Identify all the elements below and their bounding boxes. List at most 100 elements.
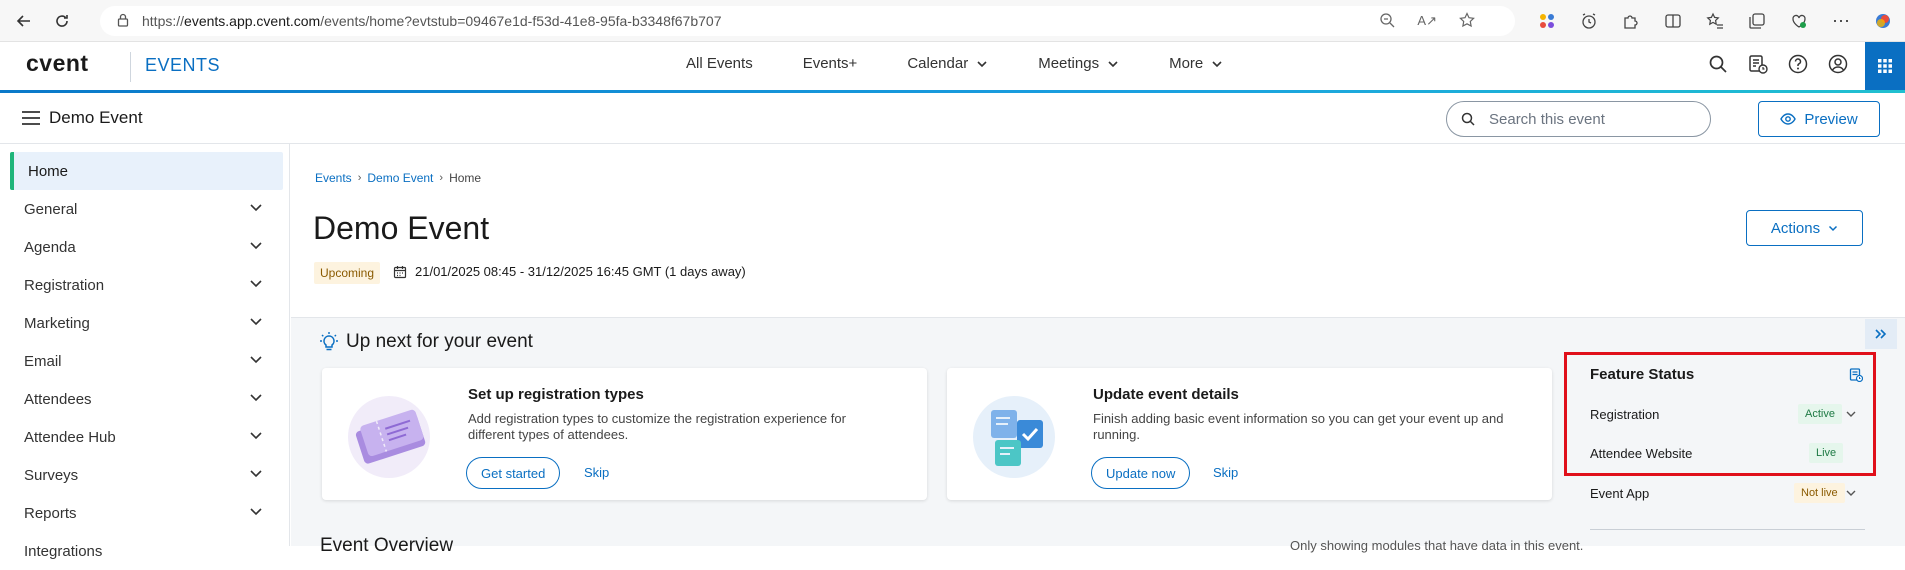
tasks-clock-icon[interactable] — [1746, 52, 1770, 76]
status-badge: Upcoming — [314, 262, 381, 284]
chevron-down-icon — [1212, 60, 1222, 67]
feature-label: Attendee Website — [1590, 445, 1693, 461]
chevron-down-icon — [1846, 490, 1856, 496]
chevron-down-icon — [250, 280, 262, 288]
favorites-icon[interactable] — [1703, 9, 1727, 33]
feature-row-attendee-website[interactable]: Attendee Website Live — [1590, 442, 1865, 464]
account-icon[interactable] — [1826, 52, 1850, 76]
breadcrumb: Events › Demo Event › Home — [315, 171, 481, 185]
back-button[interactable] — [10, 7, 38, 35]
refresh-button[interactable] — [48, 7, 76, 35]
sidebar-item-general[interactable]: General — [0, 190, 289, 228]
sidebar-item-marketing[interactable]: Marketing — [0, 304, 289, 342]
card-title: Set up registration types — [468, 386, 644, 403]
sidebar-item-label: Surveys — [24, 466, 79, 484]
split-screen-icon[interactable] — [1661, 9, 1685, 33]
sidebar-item-label: Registration — [24, 276, 105, 294]
breadcrumb-events[interactable]: Events — [315, 171, 352, 185]
sidebar-item-surveys[interactable]: Surveys — [0, 456, 289, 494]
sidebar-item-home[interactable]: Home — [10, 152, 283, 190]
alarm-icon[interactable] — [1577, 9, 1601, 33]
chevron-down-icon — [250, 242, 262, 250]
nav-more[interactable]: More — [1169, 55, 1223, 72]
get-started-button[interactable]: Get started — [466, 457, 561, 489]
breadcrumb-demo-event[interactable]: Demo Event — [367, 171, 433, 185]
sidebar-item-label: Home — [28, 162, 69, 180]
search-icon[interactable] — [1706, 52, 1730, 76]
nav-events-plus[interactable]: Events+ — [803, 55, 858, 72]
nav-label: Events+ — [802, 55, 858, 72]
event-subheader: Demo Event Search this event Preview — [0, 93, 1905, 144]
chevron-down-icon — [1108, 60, 1118, 67]
cvent-logo[interactable]: cvent — [26, 50, 89, 77]
search-icon — [1461, 112, 1475, 126]
feature-label: Registration — [1590, 406, 1660, 422]
favorite-star-icon[interactable] — [1459, 11, 1475, 31]
browser-essentials-icon[interactable] — [1787, 9, 1811, 33]
breadcrumb-current: Home — [449, 171, 482, 185]
up-next-title: Up next for your event — [346, 331, 533, 352]
nav-meetings[interactable]: Meetings — [1038, 55, 1119, 72]
nav-label: All Events — [686, 55, 753, 72]
chevron-down-icon — [1829, 225, 1838, 232]
chevron-down-icon — [250, 356, 262, 364]
search-event-input[interactable]: Search this event — [1446, 101, 1711, 137]
sidebar-item-label: Integrations — [24, 542, 103, 560]
nav-calendar[interactable]: Calendar — [907, 55, 988, 72]
feature-row-registration[interactable]: Registration Active — [1590, 403, 1865, 425]
notes-check-illustration-icon — [969, 394, 1059, 480]
chevron-down-icon — [250, 470, 262, 478]
update-now-button[interactable]: Update now — [1091, 457, 1191, 489]
up-next-heading: Up next for your event — [320, 331, 533, 353]
sidebar-item-registration[interactable]: Registration — [0, 266, 289, 304]
app-launcher-button[interactable] — [1865, 42, 1905, 90]
sidebar-item-attendees[interactable]: Attendees — [0, 380, 289, 418]
read-aloud-icon[interactable]: A↗ — [1417, 13, 1437, 29]
actions-button[interactable]: Actions — [1746, 210, 1863, 246]
skip-link[interactable]: Skip — [1213, 465, 1238, 480]
collapse-panel-button[interactable] — [1865, 319, 1897, 349]
chevron-down-icon — [250, 432, 262, 440]
copilot-icon[interactable] — [1871, 9, 1895, 33]
preview-label: Preview — [1804, 110, 1858, 128]
zoom-icon[interactable] — [1379, 12, 1395, 31]
sidebar-item-agenda[interactable]: Agenda — [0, 228, 289, 266]
help-icon[interactable] — [1786, 52, 1810, 76]
sidebar-item-integrations[interactable]: Integrations — [0, 532, 289, 570]
url-path: /events/home?evtstub=09467e1d-f53d-41e8-… — [320, 13, 722, 29]
card-description: Finish adding basic event information so… — [1093, 411, 1504, 442]
menu-toggle-icon[interactable] — [22, 111, 40, 130]
extension-icon[interactable] — [1535, 9, 1559, 33]
chevron-right-icon: › — [439, 172, 444, 184]
eye-icon — [1780, 113, 1797, 125]
app-name[interactable]: EVENTS — [145, 55, 220, 76]
feature-status-settings-icon[interactable] — [1849, 368, 1864, 387]
chevron-down-icon — [977, 60, 987, 67]
sidebar-item-label: Email — [24, 352, 62, 370]
status-badge: Live — [1809, 443, 1844, 463]
task-card-registration-types: Set up registration types Add registrati… — [322, 368, 927, 500]
address-bar[interactable]: https://events.app.cvent.com/events/home… — [100, 6, 1515, 36]
site-info-icon[interactable] — [116, 13, 130, 30]
preview-button[interactable]: Preview — [1758, 101, 1880, 137]
nav-label: Meetings — [1038, 55, 1100, 72]
skip-link[interactable]: Skip — [584, 465, 609, 480]
sidebar-item-attendee-hub[interactable]: Attendee Hub — [0, 418, 289, 456]
sidebar-item-email[interactable]: Email — [0, 342, 289, 380]
nav-all-events[interactable]: All Events — [686, 55, 753, 72]
url-prefix: https:// — [142, 13, 185, 29]
card-description: Add registration types to customize the … — [468, 411, 846, 442]
collections-icon[interactable] — [1745, 9, 1769, 33]
feature-row-event-app[interactable]: Event App Not live — [1590, 482, 1865, 504]
actions-label: Actions — [1770, 219, 1821, 237]
chevron-down-icon — [250, 394, 262, 402]
chevron-down-icon — [250, 204, 262, 212]
more-menu-icon[interactable]: ⋯ — [1829, 9, 1853, 33]
sidebar-item-reports[interactable]: Reports — [0, 494, 289, 532]
page-title: Demo Event — [313, 210, 490, 246]
nav-label: Calendar — [907, 55, 969, 72]
chevron-right-icon: › — [357, 172, 362, 184]
top-nav: All Events Events+ Calendar Meetings Mor… — [686, 55, 1273, 72]
sidebar-item-label: Attendee Hub — [24, 428, 116, 446]
puzzle-icon[interactable] — [1619, 9, 1643, 33]
